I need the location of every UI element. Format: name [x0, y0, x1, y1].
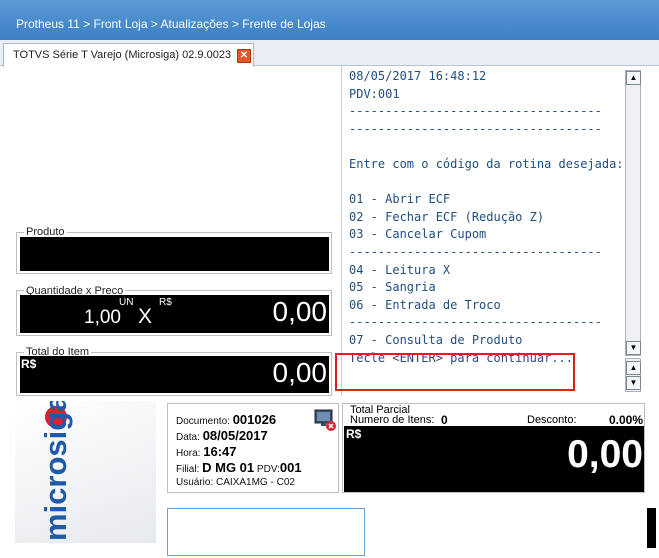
filial-label: Filial:: [176, 464, 200, 475]
data-label: Data:: [176, 432, 200, 443]
total-item-value: 0,00: [272, 357, 328, 388]
product-code-input[interactable]: [167, 508, 365, 556]
terminal-line: 06 - Entrada de Troco: [349, 297, 501, 312]
logo-panel: microsiga: [15, 394, 156, 543]
unit-label: UN: [119, 297, 134, 308]
terminal-line: -----------------------------------: [349, 104, 602, 119]
terminal-scrollbar[interactable]: [625, 70, 641, 356]
terminal-line: -----------------------------------: [349, 121, 602, 136]
terminal-panel: 08/05/2017 16:48:12 PDV:001 --------------…: [341, 66, 642, 396]
usuario-value: CAIXA1MG - C02: [216, 477, 295, 488]
itens-label: Numero de Itens:: [350, 414, 435, 426]
scroll-up-button[interactable]: ▲: [626, 71, 641, 85]
total-parcial-currency: R$: [346, 427, 362, 441]
right-edge-bar: [647, 508, 656, 548]
price-value: 0,00: [272, 296, 328, 327]
terminal-line: PDV:001: [349, 86, 400, 101]
terminal-line: 02 - Fechar ECF (Redução Z): [349, 209, 545, 224]
filial-value: D MG 01: [202, 460, 255, 475]
quantity-value: 1,00: [84, 307, 121, 328]
hora-value: 16:47: [203, 444, 237, 459]
pos-window: Protheus 11 > Front Loja > Atualizações …: [0, 0, 659, 558]
desconto-value: 0.00%: [608, 413, 643, 427]
logo-text: microsiga: [38, 401, 73, 541]
pdv-value: 001: [279, 460, 302, 475]
documento-value: 001026: [232, 412, 277, 427]
times-sign: X: [138, 305, 153, 328]
terminal-line: 03 - Cancelar Cupom: [349, 227, 487, 242]
total-parcial-panel: Total Parcial Numero de Itens: 0 Descont…: [342, 403, 645, 493]
desconto-label: Desconto:: [527, 414, 577, 426]
total-item-currency: R$: [21, 357, 37, 371]
total-parcial-display: R$ 0,00: [344, 426, 644, 492]
close-icon[interactable]: ✕: [237, 49, 251, 63]
produto-display: [20, 237, 329, 271]
documento-label: Documento:: [176, 416, 230, 427]
hora-label: Hora:: [176, 448, 201, 459]
terminal-line: 01 - Abrir ECF: [349, 192, 451, 207]
tab-label: TOTVS Série T Varejo (Microsiga) 02.9.00…: [13, 49, 232, 61]
terminal-line: 04 - Leitura X: [349, 262, 451, 277]
total-parcial-value: 0,00: [567, 433, 643, 476]
pdv-label: PDV:: [256, 464, 280, 475]
itens-value: 0: [441, 413, 448, 427]
terminal-line: Entre com o código da rotina desejada:: [349, 157, 624, 171]
microsiga-logo: microsiga: [38, 394, 73, 541]
terminal-line: 08/05/2017 16:48:12: [349, 69, 487, 83]
terminal-line: -----------------------------------: [349, 315, 602, 330]
terminal-line: 05 - Sangria: [349, 280, 436, 295]
data-value: 08/05/2017: [202, 428, 268, 443]
tab-totvs-varejo[interactable]: TOTVS Série T Varejo (Microsiga) 02.9.00…: [3, 43, 254, 67]
enter-prompt-highlight: [335, 353, 575, 391]
total-item-display: R$ 0,00: [20, 356, 329, 393]
small-scroll-up-button[interactable]: ▲: [626, 361, 641, 375]
documento-panel: Documento: 001026 Data: 08/05/2017 Hora:…: [167, 403, 339, 493]
terminal-line: 07 - Consulta de Produto: [349, 333, 523, 347]
monitor-offline-icon[interactable]: [313, 408, 337, 432]
currency-label: R$: [159, 297, 172, 308]
quantidade-preco-display: UN 1,00 X R$ 0,00: [20, 295, 329, 333]
tab-bar: TOTVS Série T Varejo (Microsiga) 02.9.00…: [0, 40, 659, 67]
scroll-down-button[interactable]: ▼: [626, 341, 641, 355]
terminal-line: -----------------------------------: [349, 245, 602, 259]
breadcrumb: Protheus 11 > Front Loja > Atualizações …: [0, 0, 659, 40]
small-scroll-down-button[interactable]: ▼: [626, 376, 641, 390]
usuario-label: Usuário:: [176, 477, 214, 488]
